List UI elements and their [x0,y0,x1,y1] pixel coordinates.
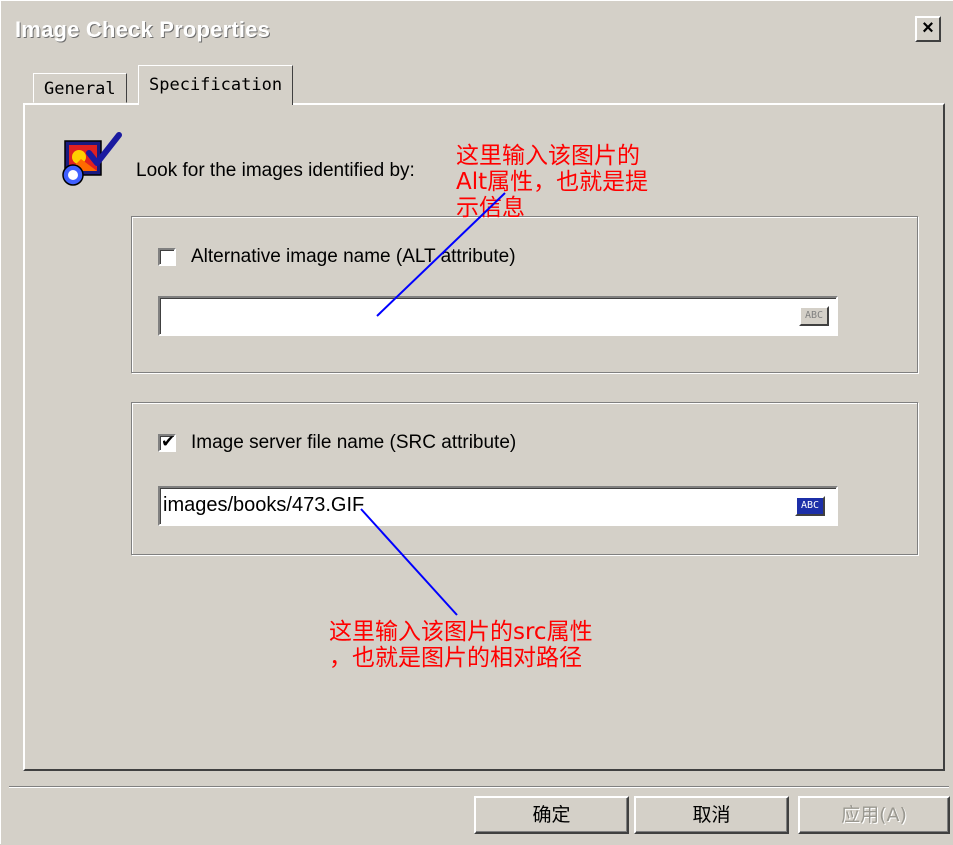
tab-general[interactable]: General [33,73,127,103]
ok-button[interactable]: 确定 [474,796,629,834]
alt-attribute-group [131,216,918,373]
alt-name-input[interactable] [158,296,838,336]
button-separator [9,786,949,788]
look-for-label: Look for the images identified by: [136,160,415,181]
alt-abc-button[interactable]: ABC [799,306,829,326]
src-attribute-checkbox[interactable]: ✔ [158,432,176,452]
tab-specification[interactable]: Specification [138,65,294,105]
src-attribute-group [131,402,918,555]
image-check-icon [62,132,122,186]
alt-annotation-note: 这里输入该图片的 Alt属性，也就是提 示信息 [456,143,649,221]
window-title: Image Check Properties [15,17,271,42]
alt-attribute-checkbox[interactable] [158,248,176,266]
src-abc-button[interactable]: ABC [795,496,825,516]
src-annotation-note: 这里输入该图片的src属性 ，也就是图片的相对路径 [329,619,593,671]
image-check-properties-dialog: Image Check Properties × General Specifi… [0,0,953,844]
src-attribute-label[interactable]: Image server file name (SRC attribute) [191,432,516,454]
close-button[interactable]: × [915,16,941,42]
checkmark-icon: ✔ [161,432,176,451]
title-bar: Image Check Properties × [5,11,947,51]
cancel-button[interactable]: 取消 [634,796,789,834]
apply-button[interactable]: 应用(A) [798,796,950,834]
src-file-input[interactable]: images/books/473.GIF [158,486,838,526]
alt-attribute-label[interactable]: Alternative image name (ALT attribute) [191,246,516,268]
